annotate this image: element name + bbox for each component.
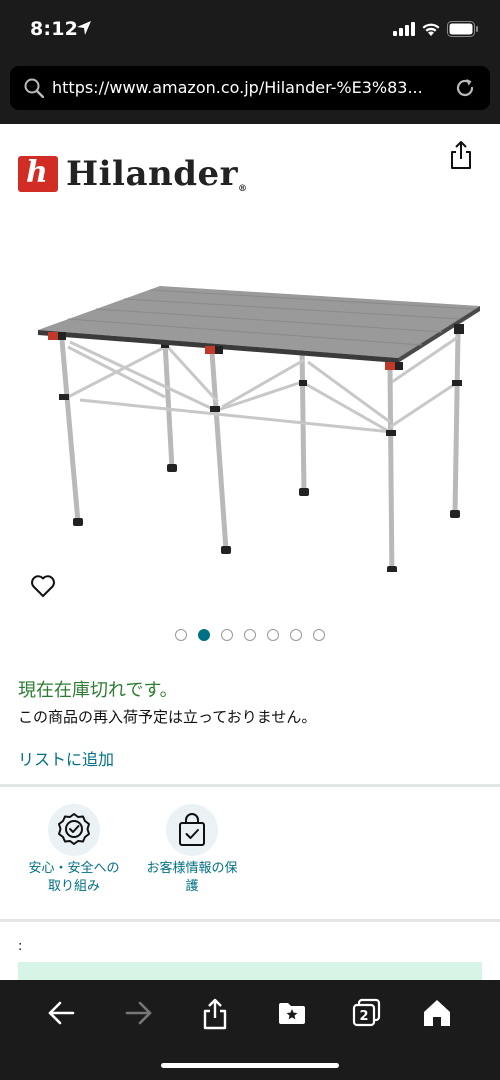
carousel-dot[interactable] <box>244 629 256 641</box>
badge-safety-circle <box>48 804 100 856</box>
share-icon[interactable] <box>201 998 229 1030</box>
brand-mark: h <box>18 155 58 192</box>
battery-icon <box>447 21 478 37</box>
highlight-box <box>18 962 482 980</box>
url-text[interactable]: https://www.amazon.co.jp/Hilander-%E3%83… <box>52 78 452 97</box>
badge-privacy-label-line2: 護 <box>185 879 199 894</box>
badge-privacy-label: お客様情報の保 護 <box>132 860 252 896</box>
status-time: 8:12 <box>30 18 79 40</box>
brand-name-text: Hilander <box>66 154 239 194</box>
brand-name: Hilander® <box>66 154 248 194</box>
secure-bag-icon <box>179 813 205 846</box>
search-icon <box>24 78 44 98</box>
badge-privacy-label-line1: お客様情報の保 <box>146 861 238 876</box>
badge-safety-label-line2: 取り組み <box>47 879 100 894</box>
back-icon[interactable] <box>46 998 76 1028</box>
section-divider <box>0 919 500 922</box>
forward-icon[interactable] <box>124 998 154 1028</box>
carousel-dot[interactable] <box>290 629 302 641</box>
badge-safety-label-line1: 安心・安全への <box>28 861 120 876</box>
colon-text: : <box>18 939 23 954</box>
carousel-dot[interactable] <box>267 629 279 641</box>
brand-registered-mark: ® <box>238 184 248 194</box>
address-bar[interactable]: https://www.amazon.co.jp/Hilander-%E3%83… <box>10 66 490 110</box>
carousel-dot[interactable] <box>198 629 210 641</box>
carousel-dot[interactable] <box>175 629 187 641</box>
safety-badge-icon <box>58 813 90 845</box>
bookmarks-icon[interactable] <box>277 998 307 1028</box>
badge-safety[interactable]: 安心・安全への 取り組み <box>14 804 134 896</box>
heart-icon[interactable] <box>30 574 56 598</box>
stock-status: 現在在庫切れです。 <box>18 680 178 701</box>
tabs-count: 2 <box>359 1009 368 1024</box>
image-carousel-dots <box>0 629 500 641</box>
badge-privacy-circle <box>166 804 218 856</box>
restock-note: この商品の再入荷予定は立っておりません。 <box>18 708 317 726</box>
home-icon[interactable] <box>422 998 452 1028</box>
cellular-signal-icon <box>393 22 415 36</box>
location-arrow-icon <box>77 21 91 35</box>
web-page: h Hilander® 現在在庫切れです。 この商品の再入荷予定は立っておりませ… <box>0 124 500 980</box>
add-to-list-link[interactable]: リストに追加 <box>18 746 114 770</box>
section-divider <box>0 784 500 787</box>
reload-icon[interactable] <box>454 77 476 99</box>
brand-mark-letter: h <box>26 155 48 190</box>
wifi-icon <box>422 23 440 36</box>
badge-privacy[interactable]: お客様情報の保 護 <box>132 804 252 896</box>
status-bar: 8:12 <box>0 0 500 60</box>
share-icon[interactable] <box>448 140 474 170</box>
browser-address-area: https://www.amazon.co.jp/Hilander-%E3%83… <box>0 60 500 124</box>
brand-logo: h Hilander® <box>18 154 248 194</box>
tabs-icon[interactable]: 2 <box>352 998 382 1028</box>
product-image[interactable] <box>30 282 480 572</box>
badge-safety-label: 安心・安全への 取り組み <box>14 860 134 896</box>
carousel-dot[interactable] <box>313 629 325 641</box>
carousel-dot[interactable] <box>221 629 233 641</box>
home-indicator[interactable] <box>161 1063 339 1068</box>
